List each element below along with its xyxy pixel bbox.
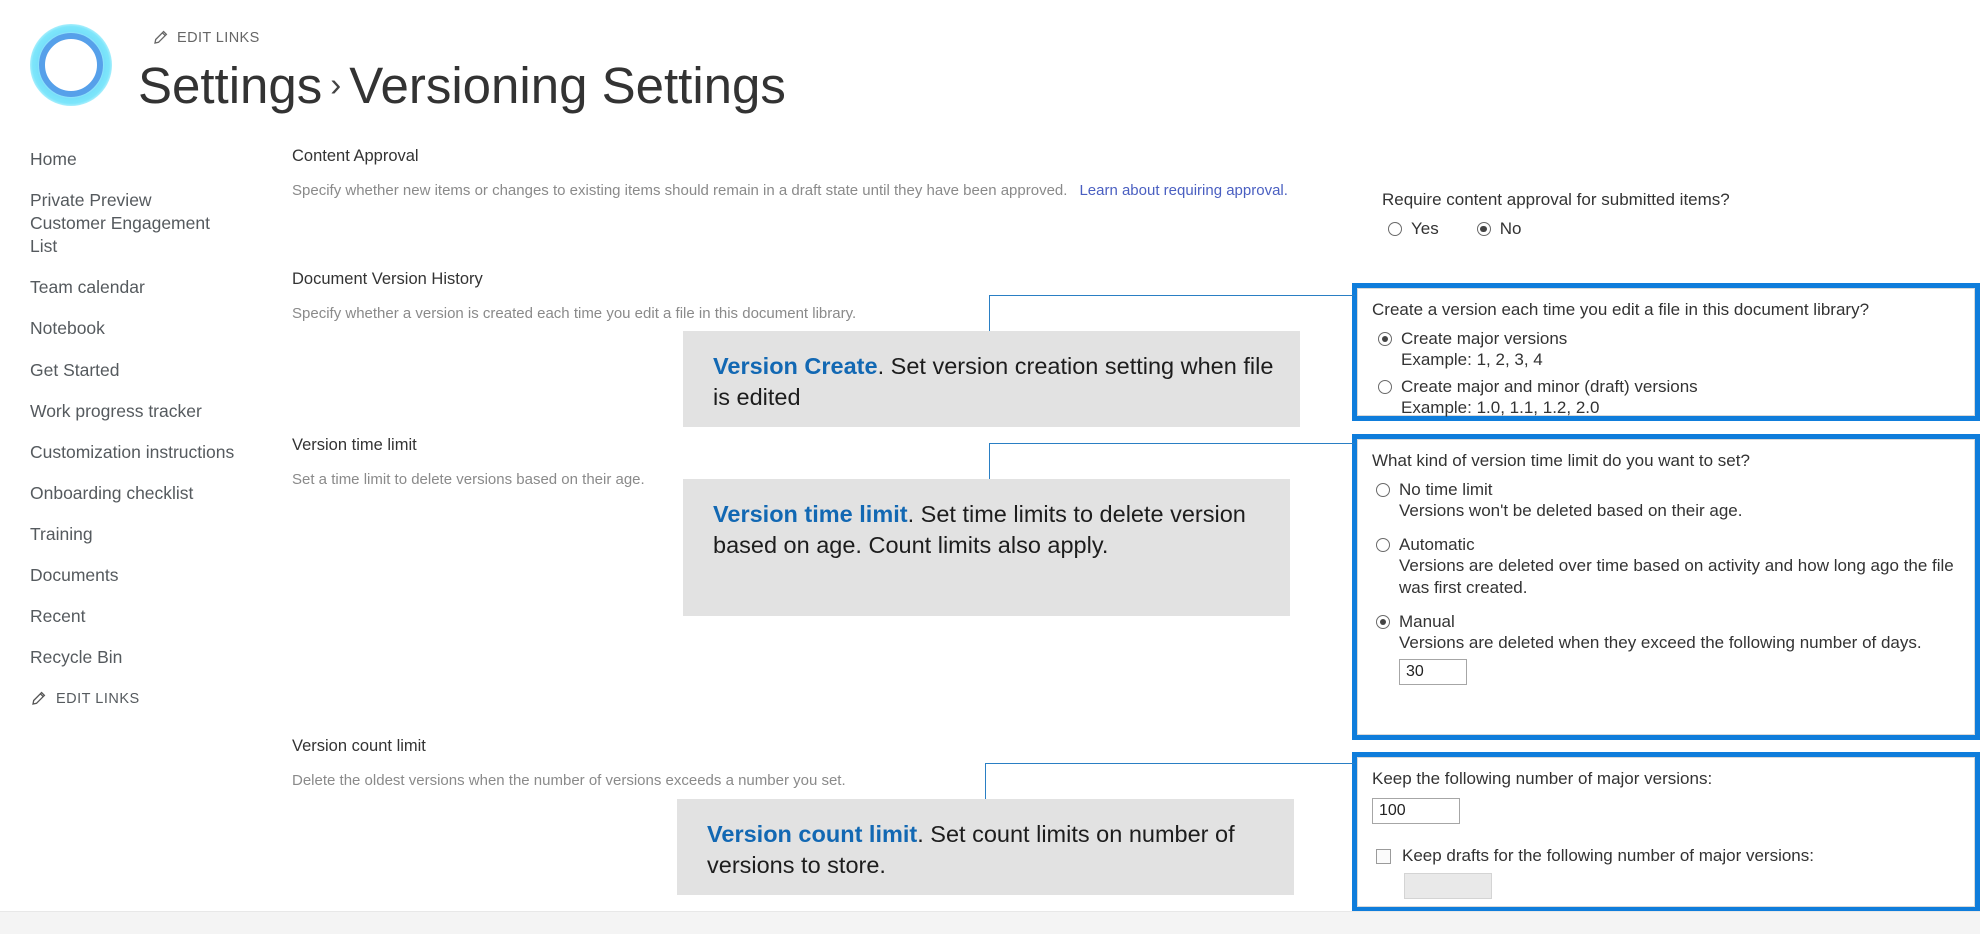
radio-content-approval-yes[interactable]: Yes — [1388, 219, 1439, 239]
highlight-box-version-create: Create a version each time you edit a fi… — [1352, 283, 1980, 421]
sidebar-item-notebook[interactable]: Notebook — [30, 317, 280, 340]
edit-links-top-label: EDIT LINKS — [177, 30, 260, 46]
callout-version-create: Version Create. Set version creation set… — [683, 331, 1300, 427]
keep-drafts-input — [1404, 873, 1492, 899]
learn-about-requiring-approval-link[interactable]: Learn about requiring approval. — [1079, 182, 1287, 199]
callout-keyword: Version Create — [713, 353, 878, 379]
section-description: Specify whether a version is created eac… — [292, 305, 857, 322]
section-description: Delete the oldest versions when the numb… — [292, 772, 846, 789]
pencil-icon — [30, 691, 46, 707]
highlight-box-version-time-limit: What kind of version time limit do you w… — [1352, 434, 1980, 740]
callout-text: Version count limit. Set count limits on… — [707, 819, 1268, 882]
sidebar-item-team-calendar[interactable]: Team calendar — [30, 276, 280, 299]
sidebar-item-documents[interactable]: Documents — [30, 564, 280, 587]
pencil-icon — [152, 30, 168, 46]
edit-links-top-button[interactable]: EDIT LINKS — [152, 30, 260, 46]
version-count-limit-panel: Keep the following number of major versi… — [1357, 757, 1975, 907]
radio-create-major-versions[interactable]: Create major versions — [1378, 329, 1974, 349]
automatic-description: Versions are deleted over time based on … — [1399, 556, 1954, 598]
edit-links-sidebar-label: EDIT LINKS — [56, 691, 140, 708]
page-bottom-strip — [0, 911, 1980, 934]
radio-label: Create major versions — [1401, 329, 1568, 348]
radio-icon — [1376, 538, 1390, 553]
sidebar-item-onboarding-checklist[interactable]: Onboarding checklist — [30, 482, 280, 505]
radio-automatic[interactable]: Automatic — [1376, 535, 1974, 555]
sidebar-item-private-preview-customer-engagement-list[interactable]: Private Preview Customer Engagement List — [30, 189, 230, 258]
radio-label: Automatic — [1399, 535, 1475, 555]
callout-text: Version Create. Set version creation set… — [713, 351, 1274, 414]
section-content-approval: Content Approval Specify whether new ite… — [292, 147, 1292, 200]
callout-text: Version time limit. Set time limits to d… — [713, 499, 1264, 562]
radio-icon — [1376, 483, 1390, 497]
callout-keyword: Version count limit — [707, 821, 918, 847]
sidebar-item-training[interactable]: Training — [30, 523, 280, 546]
callout-keyword: Version time limit — [713, 501, 908, 527]
section-title: Version count limit — [292, 737, 426, 755]
keep-drafts-label: Keep drafts for the following number of … — [1402, 846, 1814, 865]
leader-line-version-create — [989, 295, 1355, 335]
section-title: Content Approval — [292, 147, 419, 165]
radio-icon — [1388, 222, 1402, 236]
manual-description: Versions are deleted when they exceed th… — [1399, 633, 1922, 653]
sidebar-item-home[interactable]: Home — [30, 148, 280, 171]
breadcrumb-settings[interactable]: Settings — [138, 57, 322, 114]
section-description: Specify whether new items or changes to … — [292, 182, 1068, 199]
sidebar-item-recent[interactable]: Recent — [30, 605, 280, 628]
callout-version-count-limit: Version count limit. Set count limits on… — [677, 799, 1294, 895]
version-time-limit-panel: What kind of version time limit do you w… — [1357, 439, 1975, 735]
page-title: Settings › Versioning Settings — [138, 56, 786, 115]
callout-version-time-limit: Version time limit. Set time limits to d… — [683, 479, 1290, 616]
leader-line-version-time-limit — [989, 443, 1355, 483]
radio-no-time-limit[interactable]: No time limit — [1376, 480, 1974, 500]
content-approval-options: Require content approval for submitted i… — [1382, 190, 1962, 239]
radio-label: No time limit — [1399, 480, 1493, 499]
keep-drafts-row[interactable]: Keep drafts for the following number of … — [1376, 846, 1974, 866]
logo-inner-ring — [39, 33, 103, 97]
radio-icon-selected — [1476, 222, 1491, 236]
sidebar-item-get-started[interactable]: Get Started — [30, 359, 280, 382]
no-time-limit-description: Versions won't be deleted based on their… — [1399, 501, 1743, 520]
keep-drafts-checkbox[interactable] — [1376, 848, 1391, 864]
radio-icon-selected — [1376, 615, 1390, 630]
radio-content-approval-no[interactable]: No — [1476, 219, 1522, 239]
radio-manual[interactable]: Manual — [1376, 612, 1974, 632]
breadcrumb-current: Versioning Settings — [349, 57, 786, 114]
sidebar-item-recycle-bin[interactable]: Recycle Bin — [30, 646, 280, 669]
sidebar-nav: Home Private Preview Customer Engagement… — [30, 148, 280, 707]
sidebar-item-customization-instructions[interactable]: Customization instructions — [30, 441, 280, 464]
section-title: Document Version History — [292, 270, 483, 288]
highlight-box-version-count-limit: Keep the following number of major versi… — [1352, 752, 1980, 912]
page-root: EDIT LINKS Settings › Versioning Settings … — [0, 0, 1980, 934]
version-time-limit-question: What kind of version time limit do you w… — [1372, 451, 1750, 470]
site-logo[interactable] — [30, 24, 112, 106]
version-create-panel: Create a version each time you edit a fi… — [1357, 288, 1975, 418]
version-create-question: Create a version each time you edit a fi… — [1372, 300, 1870, 319]
manual-days-input[interactable] — [1399, 659, 1467, 686]
create-major-versions-example: Example: 1, 2, 3, 4 — [1401, 350, 1543, 369]
leader-line-version-count-limit — [985, 763, 1355, 803]
radio-label: No — [1499, 219, 1522, 238]
radio-label: Manual — [1399, 612, 1455, 632]
breadcrumb-separator: › — [330, 66, 342, 103]
radio-label: Yes — [1411, 219, 1439, 238]
section-description: Set a time limit to delete versions base… — [292, 471, 645, 488]
edit-links-sidebar-button[interactable]: EDIT LINKS — [30, 691, 280, 707]
radio-icon — [1378, 380, 1392, 395]
major-versions-label: Keep the following number of major versi… — [1372, 769, 1713, 788]
sidebar-item-work-progress-tracker[interactable]: Work progress tracker — [30, 400, 280, 423]
content-approval-question: Require content approval for submitted i… — [1382, 190, 1730, 209]
major-versions-input[interactable] — [1372, 798, 1460, 824]
radio-icon-selected — [1378, 332, 1392, 346]
radio-label: Create major and minor (draft) versions — [1401, 377, 1698, 397]
radio-create-major-and-minor-versions[interactable]: Create major and minor (draft) versions — [1378, 377, 1974, 397]
create-major-and-minor-versions-example: Example: 1.0, 1.1, 1.2, 2.0 — [1401, 398, 1600, 418]
